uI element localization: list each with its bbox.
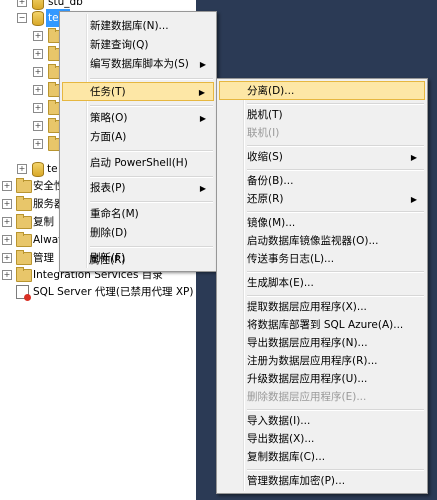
folder-icon — [16, 196, 32, 211]
expand-icon[interactable]: + — [33, 103, 43, 113]
submenu-arrow-icon: ▶ — [410, 153, 417, 162]
expand-icon[interactable]: + — [2, 217, 12, 227]
expand-icon[interactable]: + — [33, 67, 43, 77]
submenu-item-import-data[interactable]: 导入数据(I)... — [219, 412, 425, 431]
submenu-item-backup[interactable]: 备份(B)... — [219, 172, 425, 191]
submenu-item-export-dac[interactable]: 导出数据层应用程序(N)... — [219, 334, 425, 353]
submenu-item-log-shipping[interactable]: 传送事务日志(L)... — [219, 250, 425, 269]
menu-item-facets[interactable]: 方面(A) — [62, 128, 214, 147]
menu-item-rename[interactable]: 重命名(M) — [62, 205, 214, 224]
expand-icon[interactable]: + — [33, 31, 43, 41]
submenu-item-online: 联机(I) — [247, 127, 280, 139]
expand-icon[interactable]: + — [2, 235, 12, 245]
menu-item-script-database[interactable]: 编写数据库脚本为(S) ▶ — [62, 55, 214, 74]
database-icon — [32, 11, 44, 26]
expand-icon[interactable]: + — [17, 0, 27, 7]
submenu-item-shrink[interactable]: 收缩(S) ▶ — [219, 148, 425, 167]
submenu-item-restore[interactable]: 还原(R) ▶ — [219, 190, 425, 209]
submenu-item-extract-dac[interactable]: 提取数据层应用程序(X)... — [219, 298, 425, 317]
expand-icon[interactable]: + — [2, 199, 12, 209]
collapse-icon[interactable]: − — [17, 13, 27, 23]
menu-separator — [247, 409, 424, 411]
expand-icon[interactable]: + — [33, 85, 43, 95]
menu-separator — [247, 211, 424, 213]
submenu-item-deploy-azure[interactable]: 将数据库部署到 SQL Azure(A)... — [219, 316, 425, 335]
menu-separator — [247, 169, 424, 171]
submenu-item-manage-encryption[interactable]: 管理数据库加密(P)... — [219, 472, 425, 491]
submenu-arrow-icon: ▶ — [410, 195, 417, 204]
tasks-submenu: 分离(D)... 脱机(T) 联机(I) 收缩(S) ▶ 备份(B)... 还原(… — [216, 78, 428, 494]
expand-icon[interactable]: + — [2, 181, 12, 191]
expand-icon[interactable]: + — [33, 49, 43, 59]
submenu-item-register-dac[interactable]: 注册为数据层应用程序(R)... — [219, 352, 425, 371]
tree-label: te — [47, 163, 58, 175]
menu-item-new-database[interactable]: 新建数据库(N)... — [62, 17, 214, 36]
menu-item-properties[interactable]: 属性(R) — [61, 251, 241, 270]
tree-label: 管理 — [33, 252, 54, 264]
folder-icon — [16, 267, 32, 282]
menu-separator — [90, 150, 213, 152]
menu-item-start-powershell[interactable]: 启动 PowerShell(H) — [62, 154, 214, 173]
folder-icon — [16, 214, 32, 229]
expand-icon[interactable]: + — [17, 164, 27, 174]
submenu-item-copy-database[interactable]: 复制数据库(C)... — [219, 448, 425, 467]
menu-item-delete[interactable]: 删除(D) — [62, 224, 214, 243]
folder-icon — [16, 232, 32, 247]
menu-item-tasks[interactable]: 任务(T) ▶ — [62, 82, 214, 101]
expand-icon[interactable]: + — [33, 139, 43, 149]
submenu-arrow-icon: ▶ — [199, 114, 206, 123]
menu-separator — [247, 271, 424, 273]
submenu-item-generate-scripts[interactable]: 生成脚本(E)... — [219, 274, 425, 293]
database-icon — [32, 162, 44, 177]
submenu-item-mirror-monitor[interactable]: 启动数据库镜像监视器(O)... — [219, 232, 425, 251]
menu-separator — [90, 78, 213, 80]
menu-separator — [247, 145, 424, 147]
menu-item-reports[interactable]: 报表(P) ▶ — [62, 179, 214, 198]
context-menu: 新建数据库(N)... 新建查询(Q) 编写数据库脚本为(S) ▶ 任务(T) ▶ … — [59, 11, 217, 271]
menu-separator — [90, 201, 213, 203]
tree-label: SQL Server 代理(已禁用代理 XP) — [33, 286, 194, 298]
submenu-item-mirror[interactable]: 镜像(M)... — [219, 214, 425, 233]
submenu-item-delete-dac: 删除数据层应用程序(E)... — [247, 391, 367, 403]
expand-icon[interactable]: + — [33, 121, 43, 131]
folder-icon — [16, 178, 32, 193]
submenu-item-offline[interactable]: 脱机(T) — [219, 106, 425, 125]
submenu-arrow-icon: ▶ — [199, 184, 206, 193]
menu-separator — [90, 105, 213, 107]
submenu-arrow-icon: ▶ — [198, 88, 205, 97]
expand-icon[interactable]: + — [2, 253, 12, 263]
sql-agent-icon — [16, 285, 31, 301]
submenu-item-export-data[interactable]: 导出数据(X)... — [219, 430, 425, 449]
menu-separator — [247, 469, 424, 471]
submenu-item-detach[interactable]: 分离(D)... — [219, 81, 425, 100]
submenu-item-upgrade-dac[interactable]: 升级数据层应用程序(U)... — [219, 370, 425, 389]
tree-label: 复制 — [33, 216, 54, 228]
menu-separator — [247, 295, 424, 297]
menu-item-policies[interactable]: 策略(O) ▶ — [62, 109, 214, 128]
menu-item-new-query[interactable]: 新建查询(Q) — [62, 36, 214, 55]
menu-separator — [90, 246, 213, 248]
expand-icon[interactable]: + — [2, 270, 12, 280]
menu-separator — [247, 103, 424, 105]
menu-separator — [90, 176, 213, 178]
submenu-arrow-icon: ▶ — [199, 60, 206, 69]
folder-icon — [16, 250, 32, 265]
